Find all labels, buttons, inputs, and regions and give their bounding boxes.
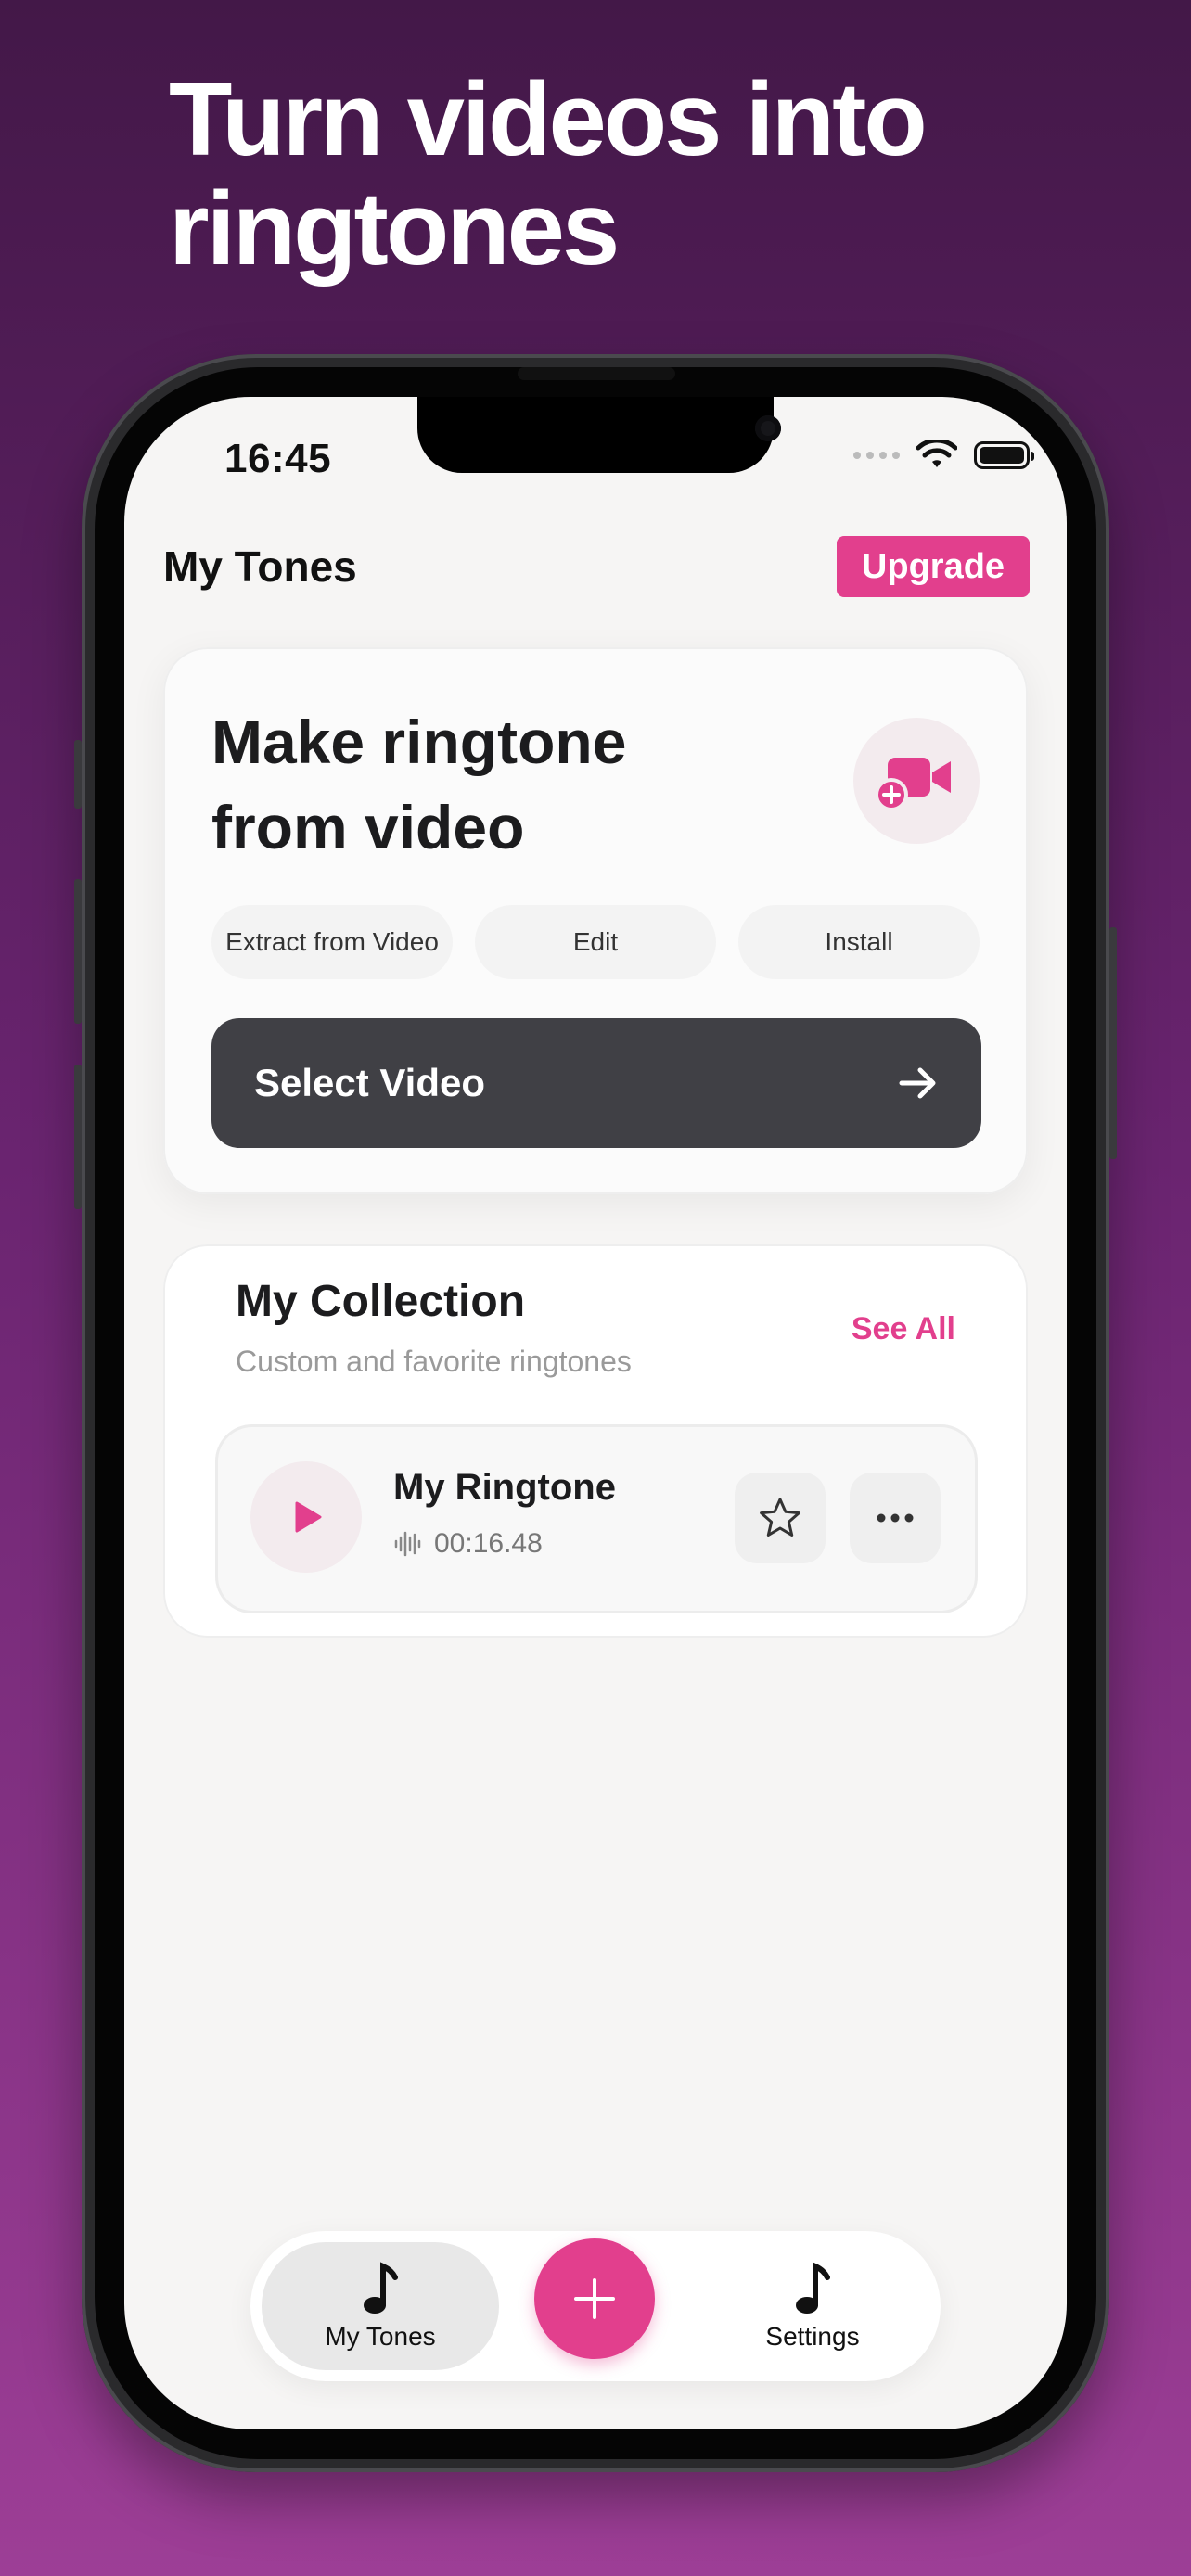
star-icon [760, 1498, 800, 1537]
chip-edit[interactable]: Edit [475, 905, 716, 979]
music-note-icon [364, 2262, 398, 2314]
power-button [1109, 927, 1117, 1159]
plus-icon [574, 2278, 615, 2319]
volume-down-button [74, 1065, 82, 1209]
page-title: My Tones [163, 542, 357, 591]
tab-my-tones[interactable]: My Tones [262, 2242, 499, 2370]
add-video-button[interactable] [853, 718, 980, 844]
app-screen: 16:45 My Tones Upgrade Make ringtone fro… [124, 397, 1067, 2429]
earpiece-speaker [518, 367, 675, 380]
volume-up-button [74, 879, 82, 1024]
waveform-icon [394, 1531, 421, 1557]
collection-title: My Collection [236, 1277, 526, 1326]
make-ringtone-card: Make ringtone from video Extract from Vi… [163, 647, 1028, 1194]
video-camera-add-icon [875, 758, 951, 811]
status-indicators [853, 440, 1034, 471]
play-button[interactable] [250, 1461, 362, 1573]
marketing-headline: Turn videos into ringtones [169, 61, 928, 287]
list-item[interactable]: My Ringtone 00:16.48 [215, 1424, 978, 1613]
ringtone-duration: 00:16.48 [434, 1528, 543, 1559]
arrow-right-icon [899, 1067, 936, 1099]
select-video-label: Select Video [254, 1061, 486, 1104]
music-note-icon [796, 2262, 830, 2314]
chip-extract-from-video[interactable]: Extract from Video [211, 905, 453, 979]
signal-dots-icon [853, 452, 900, 459]
wifi-icon [916, 440, 957, 467]
make-ringtone-title: Make ringtone from video [211, 708, 627, 861]
see-all-link[interactable]: See All [852, 1311, 955, 1347]
select-video-button[interactable]: Select Video [211, 1018, 981, 1148]
upgrade-button[interactable]: Upgrade [837, 536, 1030, 597]
tab-bar: My Tones Settings [250, 2231, 941, 2381]
front-camera [755, 415, 781, 441]
ringtone-meta: 00:16.48 [393, 1528, 543, 1560]
tab-settings-label: Settings [765, 2322, 860, 2351]
collection-subtitle: Custom and favorite ringtones [236, 1345, 632, 1378]
tab-my-tones-label: My Tones [325, 2322, 436, 2351]
chip-install[interactable]: Install [738, 905, 980, 979]
notch [417, 397, 781, 473]
feature-chips: Extract from Video Edit Install [211, 905, 980, 979]
add-button[interactable] [534, 2238, 655, 2359]
more-options-button[interactable] [850, 1473, 941, 1563]
status-time: 16:45 [224, 436, 332, 481]
ringtone-name: My Ringtone [393, 1467, 616, 1508]
battery-icon [974, 441, 1034, 469]
mute-switch [74, 740, 82, 809]
ellipsis-icon [877, 1513, 914, 1523]
play-icon [295, 1501, 322, 1533]
tab-settings[interactable]: Settings [694, 2242, 931, 2370]
favorite-button[interactable] [735, 1473, 826, 1563]
my-collection-card: My Collection Custom and favorite ringto… [163, 1244, 1028, 1638]
